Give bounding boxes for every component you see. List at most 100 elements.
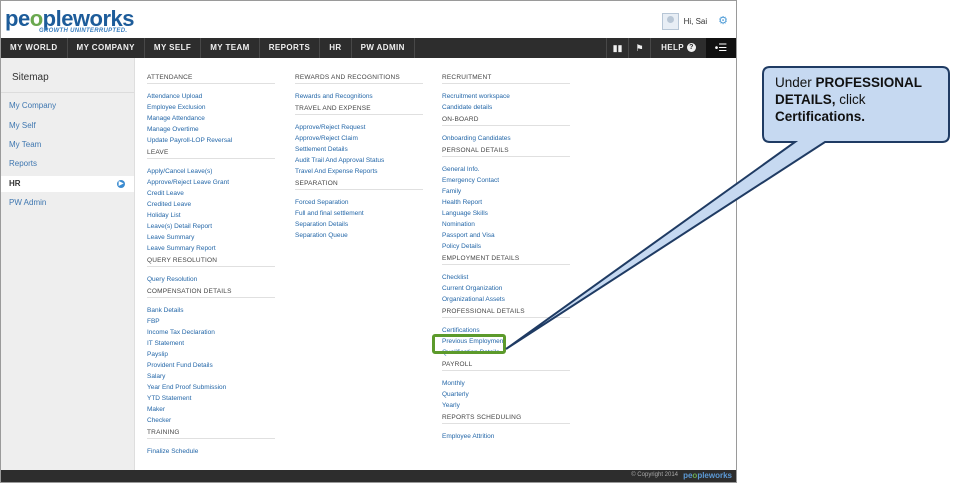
divider xyxy=(147,83,275,84)
sitemap-link[interactable]: Forced Separation xyxy=(295,199,348,206)
sitemap-link[interactable]: Manage Overtime xyxy=(147,126,199,133)
sitemap-link[interactable]: Certifications xyxy=(442,327,480,334)
footer: © Copyright 2014 peopleworks xyxy=(1,470,736,482)
nav-my-self[interactable]: MY SELF xyxy=(145,38,202,58)
sitemap-link[interactable]: Manage Attendance xyxy=(147,115,205,122)
sitemap-link[interactable]: Approve/Reject Claim xyxy=(295,135,358,142)
sitemap-link[interactable]: Credit Leave xyxy=(147,190,184,197)
sitemap-link[interactable]: Policy Details xyxy=(442,243,481,250)
sitemap-link[interactable]: Recruitment workspace xyxy=(442,93,510,100)
sitemap-link[interactable]: General Info. xyxy=(442,166,480,173)
peopleworks-logo[interactable]: peopleworks GROWTH UNINTERRUPTED. xyxy=(5,6,155,36)
sitemap-link[interactable]: Finalize Schedule xyxy=(147,448,198,455)
sitemap-link[interactable]: Holiday List xyxy=(147,212,181,219)
nav-hr[interactable]: HR xyxy=(320,38,352,58)
sitemap-link[interactable]: IT Statement xyxy=(147,340,184,347)
divider xyxy=(147,158,275,159)
sitemap-link[interactable]: Employee Attrition xyxy=(442,433,494,440)
sitemap-link[interactable]: Approve/Reject Leave Grant xyxy=(147,179,229,186)
sitemap-link[interactable]: Leave(s) Detail Report xyxy=(147,223,212,230)
divider xyxy=(147,266,275,267)
sitemap-link[interactable]: Emergency Contact xyxy=(442,177,499,184)
sitemap-link[interactable]: Monthly xyxy=(442,380,465,387)
sitemap-link[interactable]: Travel And Expense Reports xyxy=(295,168,378,175)
sidebar-item-my-self[interactable]: My Self xyxy=(1,118,134,134)
divider xyxy=(147,438,275,439)
nav-reports[interactable]: REPORTS xyxy=(260,38,321,58)
sidebar-item-my-team[interactable]: My Team xyxy=(1,137,134,153)
sitemap-link[interactable]: Provident Fund Details xyxy=(147,362,213,369)
sitemap-link[interactable]: Separation Queue xyxy=(295,232,348,239)
sitemap-link[interactable]: Year End Proof Submission xyxy=(147,384,226,391)
group-heading: QUERY RESOLUTION xyxy=(147,257,218,264)
sitemap-link[interactable]: Apply/Cancel Leave(s) xyxy=(147,168,212,175)
sitemap-link[interactable]: Credited Leave xyxy=(147,201,191,208)
group-heading: LEAVE xyxy=(147,149,169,156)
sitemap-link[interactable]: Onboarding Candidates xyxy=(442,135,511,142)
sitemap-link[interactable]: Query Resolution xyxy=(147,276,197,283)
sitemap-link[interactable]: Settlement Details xyxy=(295,146,348,153)
sitemap-link[interactable]: Nomination xyxy=(442,221,475,228)
callout-text: Under PROFESSIONAL DETAILS, click Certif… xyxy=(763,67,949,142)
divider xyxy=(442,264,570,265)
nav-my-world[interactable]: MY WORLD xyxy=(1,38,68,58)
sitemap-link[interactable]: FBP xyxy=(147,318,160,325)
divider xyxy=(295,189,423,190)
sitemap-link[interactable]: Separation Details xyxy=(295,221,348,228)
sitemap-link[interactable]: Current Organization xyxy=(442,285,502,292)
gear-icon[interactable]: ⚙ xyxy=(718,15,728,27)
nav-my-company[interactable]: MY COMPANY xyxy=(68,38,145,58)
divider xyxy=(442,370,570,371)
sitemap-link[interactable]: Family xyxy=(442,188,461,195)
sitemap-link[interactable]: Yearly xyxy=(442,402,460,409)
sidebar-title: Sitemap xyxy=(12,72,49,83)
divider xyxy=(295,83,423,84)
sitemap-link[interactable]: Audit Trail And Approval Status xyxy=(295,157,384,164)
sitemap-link[interactable]: Attendance Upload xyxy=(147,93,202,100)
sitemap-link[interactable]: Maker xyxy=(147,406,165,413)
flag-icon[interactable]: ⚑ xyxy=(628,38,650,58)
avatar[interactable] xyxy=(661,12,679,30)
divider xyxy=(295,114,423,115)
help-icon: ? xyxy=(687,43,696,52)
sidebar-item-hr[interactable]: HR ▶ xyxy=(1,176,134,192)
divider xyxy=(147,297,275,298)
sitemap-link[interactable]: Payslip xyxy=(147,351,168,358)
callout-text-part: click xyxy=(835,92,866,107)
group-heading: PERSONAL DETAILS xyxy=(442,147,509,154)
sitemap-link[interactable]: Approve/Reject Request xyxy=(295,124,365,131)
sitemap-link[interactable]: Leave Summary Report xyxy=(147,245,216,252)
group-heading: PROFESSIONAL DETAILS xyxy=(442,308,525,315)
group-heading: EMPLOYMENT DETAILS xyxy=(442,255,520,262)
menu-toggle-icon[interactable]: •☰ xyxy=(706,38,736,58)
sitemap-link[interactable]: Checker xyxy=(147,417,171,424)
sitemap-link[interactable]: Quarterly xyxy=(442,391,469,398)
arrow-right-icon: ▶ xyxy=(117,180,125,188)
sitemap-link[interactable]: Checklist xyxy=(442,274,468,281)
sidebar-item-my-company[interactable]: My Company xyxy=(1,98,134,114)
sitemap-link[interactable]: Organizational Assets xyxy=(442,296,505,303)
group-heading: REWARDS AND RECOGNITIONS xyxy=(295,74,400,81)
sitemap-link[interactable]: Health Report xyxy=(442,199,482,206)
sitemap-link[interactable]: Language Skills xyxy=(442,210,488,217)
divider xyxy=(1,92,134,93)
book-icon[interactable]: ▮▮ xyxy=(606,38,628,58)
sidebar-item-reports[interactable]: Reports xyxy=(1,156,134,172)
sitemap-link[interactable]: Passport and Visa xyxy=(442,232,495,239)
sitemap-link[interactable]: Leave Summary xyxy=(147,234,194,241)
sitemap-link[interactable]: Employee Exclusion xyxy=(147,104,206,111)
sitemap-link[interactable]: Income Tax Declaration xyxy=(147,329,215,336)
sitemap-link[interactable]: Rewards and Recognitions xyxy=(295,93,373,100)
sitemap-link[interactable]: Full and final settlement xyxy=(295,210,364,217)
nav-my-team[interactable]: MY TEAM xyxy=(201,38,260,58)
sitemap-link[interactable]: Candidate details xyxy=(442,104,492,111)
help-button[interactable]: HELP? xyxy=(650,38,706,58)
sitemap-link[interactable]: Bank Details xyxy=(147,307,184,314)
sidebar-item-pw-admin[interactable]: PW Admin xyxy=(1,195,134,211)
sitemap-link[interactable]: Update Payroll-LOP Reversal xyxy=(147,137,232,144)
divider xyxy=(442,125,570,126)
nav-pw-admin[interactable]: PW ADMIN xyxy=(352,38,415,58)
sitemap-link[interactable]: Salary xyxy=(147,373,165,380)
sitemap-link[interactable]: YTD Statement xyxy=(147,395,191,402)
group-heading: TRAINING xyxy=(147,429,180,436)
